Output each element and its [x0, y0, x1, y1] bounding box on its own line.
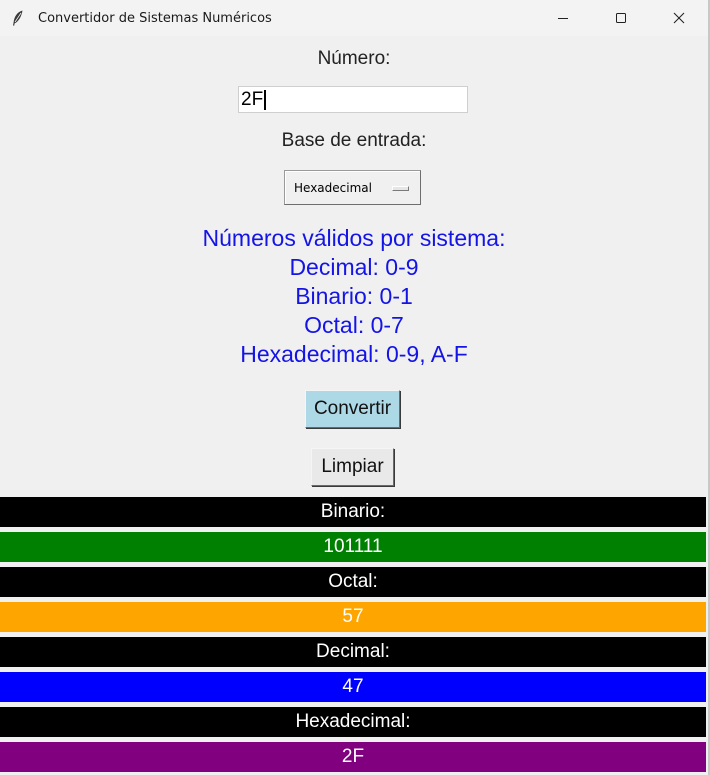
close-button[interactable] — [650, 0, 708, 36]
info-heading: Números válidos por sistema: — [202, 225, 506, 251]
binary-label: Binario: — [0, 497, 706, 527]
maximize-icon — [616, 13, 626, 23]
window-controls — [534, 0, 708, 36]
text-caret — [264, 90, 267, 110]
binary-result: 101111 — [0, 532, 706, 562]
app-window: Convertidor de Sistemas Numéricos Número… — [0, 0, 710, 775]
octal-label: Octal: — [0, 567, 706, 597]
decimal-label: Decimal: — [0, 637, 706, 667]
number-input[interactable]: 2F — [238, 86, 468, 113]
maximize-button[interactable] — [592, 0, 650, 36]
info-line-octal: Octal: 0-7 — [304, 312, 404, 338]
valid-numbers-info: Números válidos por sistema: Decimal: 0-… — [0, 224, 708, 369]
minimize-button[interactable] — [534, 0, 592, 36]
decimal-result: 47 — [0, 672, 706, 702]
feather-icon — [10, 10, 26, 26]
hexadecimal-label: Hexadecimal: — [0, 707, 706, 737]
hexadecimal-result: 2F — [0, 742, 706, 772]
octal-result: 57 — [0, 602, 706, 632]
info-line-binary: Binario: 0-1 — [295, 283, 413, 309]
base-select[interactable]: Hexadecimal — [284, 170, 421, 205]
close-icon — [673, 12, 685, 24]
window-title: Convertidor de Sistemas Numéricos — [38, 10, 272, 26]
base-select-value: Hexadecimal — [294, 180, 372, 195]
info-line-decimal: Decimal: 0-9 — [289, 254, 419, 280]
number-label: Número: — [317, 48, 391, 69]
option-menu-indicator-icon — [392, 186, 409, 191]
base-label: Base de entrada: — [281, 130, 427, 151]
info-line-hex: Hexadecimal: 0-9, A-F — [240, 341, 468, 367]
convert-button[interactable]: Convertir — [305, 390, 400, 428]
clear-button[interactable]: Limpiar — [311, 448, 394, 486]
number-input-value: 2F — [241, 89, 264, 110]
title-bar[interactable]: Convertidor de Sistemas Numéricos — [0, 0, 708, 36]
minimize-icon — [558, 18, 568, 19]
